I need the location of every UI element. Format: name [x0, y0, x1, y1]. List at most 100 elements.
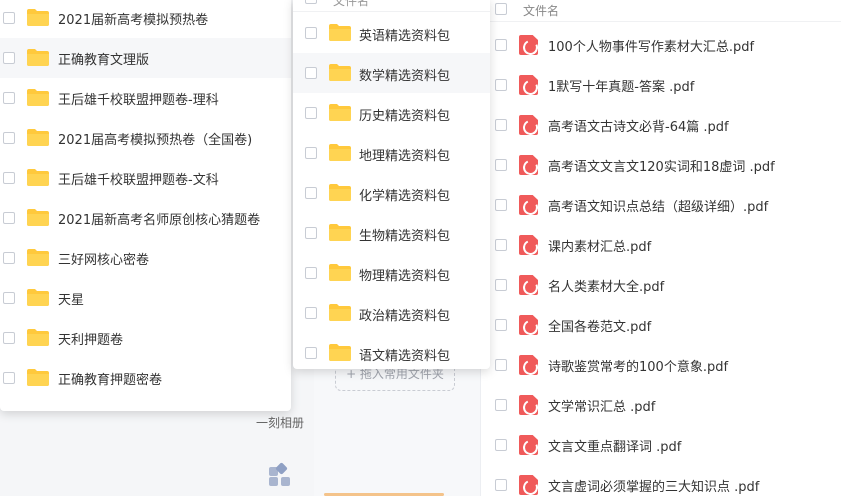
- folder-name: 地理精选资料包: [359, 149, 451, 164]
- folder-list-item[interactable]: 天星: [0, 278, 291, 318]
- column-header-filename[interactable]: 文件名: [523, 2, 559, 19]
- folder-name: 天星: [58, 293, 85, 308]
- row-checkbox[interactable]: [305, 227, 317, 239]
- row-checkbox[interactable]: [305, 27, 317, 39]
- folder-icon: [329, 24, 351, 41]
- row-checkbox[interactable]: [495, 359, 507, 371]
- folder-list-item[interactable]: 正确教育押题密卷: [0, 358, 291, 398]
- pdf-icon: [519, 35, 538, 55]
- file-list-item[interactable]: 高考语文文言文120实词和18虚词 .pdf: [481, 145, 841, 185]
- row-checkbox[interactable]: [3, 132, 15, 144]
- row-checkbox[interactable]: [495, 119, 507, 131]
- app-root: 一刻相册 + 拖入常用文件夹 文件名 100个人物事件写作素材大汇总.pdf 1默…: [0, 0, 841, 496]
- file-name: 诗歌鉴赏常考的100个意象.pdf: [548, 360, 729, 375]
- row-checkbox[interactable]: [305, 107, 317, 119]
- folder-list-item[interactable]: 历史精选资料包: [293, 93, 490, 133]
- row-checkbox[interactable]: [305, 147, 317, 159]
- row-checkbox[interactable]: [495, 159, 507, 171]
- folder-list-item[interactable]: 地理精选资料包: [293, 133, 490, 173]
- folder-name: 三好网核心密卷: [58, 253, 150, 268]
- folder-name: 王后雄千校联盟押题卷-理科: [58, 93, 219, 108]
- row-checkbox[interactable]: [3, 12, 15, 24]
- folder-list-item[interactable]: 2021届新高考模拟预热卷: [0, 0, 291, 38]
- folder-list-item[interactable]: 王后雄千校联盟押题卷-文科: [0, 158, 291, 198]
- file-name: 文学常识汇总 .pdf: [548, 400, 656, 415]
- file-list-item[interactable]: 诗歌鉴赏常考的100个意象.pdf: [481, 345, 841, 385]
- file-list-item[interactable]: 100个人物事件写作素材大汇总.pdf: [481, 25, 841, 65]
- folder-name: 王后雄千校联盟押题卷-文科: [58, 173, 219, 188]
- file-list-item[interactable]: 全国各卷范文.pdf: [481, 305, 841, 345]
- row-checkbox[interactable]: [305, 67, 317, 79]
- folder-name: 英语精选资料包: [359, 29, 451, 44]
- folder-icon: [329, 64, 351, 81]
- apps-grid-icon[interactable]: [269, 462, 291, 486]
- folder-icon: [27, 49, 49, 66]
- folder-icon: [329, 304, 351, 321]
- row-checkbox[interactable]: [305, 307, 317, 319]
- column-header-filename[interactable]: 文件名: [333, 0, 369, 9]
- folder-name: 天利押题卷: [58, 333, 124, 348]
- pdf-icon: [519, 475, 538, 495]
- row-checkbox[interactable]: [3, 92, 15, 104]
- row-checkbox[interactable]: [3, 172, 15, 184]
- folder-list-item[interactable]: 正确教育文理版: [0, 38, 291, 78]
- row-checkbox[interactable]: [495, 239, 507, 251]
- folder-icon: [27, 209, 49, 226]
- folder-list-item[interactable]: 语文精选资料包: [293, 333, 490, 369]
- row-checkbox[interactable]: [305, 347, 317, 359]
- row-checkbox[interactable]: [495, 199, 507, 211]
- folder-list-item[interactable]: 三好网核心密卷: [0, 238, 291, 278]
- folder-icon: [27, 369, 49, 386]
- folder-name: 物理精选资料包: [359, 269, 451, 284]
- file-list-item[interactable]: 高考语文古诗文必背-64篇 .pdf: [481, 105, 841, 145]
- file-name: 文言文重点翻译词 .pdf: [548, 440, 682, 455]
- row-checkbox[interactable]: [3, 292, 15, 304]
- folder-list-item[interactable]: 2021届高考模拟预热卷（全国卷): [0, 118, 291, 158]
- row-checkbox[interactable]: [495, 479, 507, 491]
- folder-list-item[interactable]: 物理精选资料包: [293, 253, 490, 293]
- row-checkbox[interactable]: [3, 372, 15, 384]
- folder-list-item[interactable]: 天利押题卷: [0, 318, 291, 358]
- file-list-item[interactable]: 文言虚词必须掌握的三大知识点 .pdf: [481, 465, 841, 496]
- pdf-icon: [519, 275, 538, 295]
- row-checkbox[interactable]: [495, 319, 507, 331]
- file-list-item[interactable]: 文学常识汇总 .pdf: [481, 385, 841, 425]
- row-checkbox[interactable]: [3, 212, 15, 224]
- folder-list-item[interactable]: 政治精选资料包: [293, 293, 490, 333]
- folder-name: 政治精选资料包: [359, 309, 451, 324]
- row-checkbox[interactable]: [305, 267, 317, 279]
- folder-list-item[interactable]: 2021届新高考名师原创核心猜题卷: [0, 198, 291, 238]
- folder-list-item[interactable]: 王后雄千校联盟押题卷-理科: [0, 78, 291, 118]
- row-checkbox[interactable]: [3, 332, 15, 344]
- folder-icon: [27, 329, 49, 346]
- row-checkbox[interactable]: [495, 439, 507, 451]
- file-list-item[interactable]: 名人类素材大全.pdf: [481, 265, 841, 305]
- file-list-item[interactable]: 课内素材汇总.pdf: [481, 225, 841, 265]
- folder-name: 2021届新高考模拟预热卷: [58, 13, 209, 28]
- folder-list-item[interactable]: 生物精选资料包: [293, 213, 490, 253]
- folder-list-item[interactable]: 化学精选资料包: [293, 173, 490, 213]
- folder-list-item[interactable]: 数学精选资料包: [293, 53, 490, 93]
- row-checkbox[interactable]: [495, 39, 507, 51]
- select-all-checkbox[interactable]: [495, 3, 507, 15]
- pdf-icon: [519, 395, 538, 415]
- row-checkbox[interactable]: [305, 187, 317, 199]
- file-list-item[interactable]: 文言文重点翻译词 .pdf: [481, 425, 841, 465]
- dropdown-header: 文件名: [293, 0, 490, 12]
- folder-name: 语文精选资料包: [359, 349, 451, 364]
- select-all-checkbox[interactable]: [305, 0, 317, 4]
- row-checkbox[interactable]: [495, 279, 507, 291]
- row-checkbox[interactable]: [3, 252, 15, 264]
- row-checkbox[interactable]: [3, 52, 15, 64]
- file-list-item[interactable]: 高考语文知识点总结（超级详细）.pdf: [481, 185, 841, 225]
- folder-name: 生物精选资料包: [359, 229, 451, 244]
- file-name: 全国各卷范文.pdf: [548, 320, 652, 335]
- pdf-icon: [519, 115, 538, 135]
- album-link[interactable]: 一刻相册: [246, 414, 314, 431]
- file-list-item[interactable]: 1默写十年真题-答案 .pdf: [481, 65, 841, 105]
- row-checkbox[interactable]: [495, 79, 507, 91]
- row-checkbox[interactable]: [495, 399, 507, 411]
- folder-icon: [27, 129, 49, 146]
- folder-list-item[interactable]: 英语精选资料包: [293, 13, 490, 53]
- file-name: 课内素材汇总.pdf: [548, 240, 652, 255]
